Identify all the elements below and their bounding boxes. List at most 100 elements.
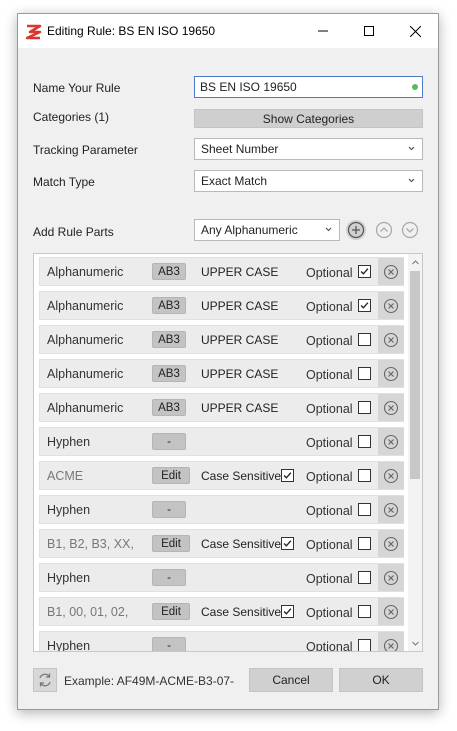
- optional-checkbox[interactable]: [358, 503, 371, 516]
- part-format-badge: AB3: [152, 365, 186, 382]
- edit-part-button[interactable]: Edit: [152, 535, 190, 552]
- move-down-button[interactable]: [400, 220, 420, 240]
- show-categories-button[interactable]: Show Categories: [194, 109, 423, 128]
- optional-checkbox[interactable]: [358, 401, 371, 414]
- remove-part-button[interactable]: [378, 326, 404, 353]
- optional-label: Optional: [306, 606, 353, 620]
- optional-label: Optional: [306, 572, 353, 586]
- remove-circle-icon: [383, 468, 399, 483]
- optional-checkbox[interactable]: [358, 333, 371, 346]
- match-type-select[interactable]: Exact Match: [194, 170, 423, 192]
- scrollbar-thumb[interactable]: [410, 271, 420, 479]
- case-sensitive-checkbox[interactable]: [281, 537, 294, 550]
- close-button[interactable]: [392, 14, 438, 48]
- remove-part-button[interactable]: [378, 530, 404, 557]
- match-type-value: Exact Match: [201, 174, 268, 188]
- window-title: Editing Rule: BS EN ISO 19650: [47, 24, 216, 38]
- rule-part-row[interactable]: Alphanumeric AB3 UPPER CASE Optional: [39, 325, 404, 354]
- remove-part-button[interactable]: [378, 598, 404, 625]
- optional-checkbox[interactable]: [358, 469, 371, 482]
- rule-part-row[interactable]: Alphanumeric AB3 UPPER CASE Optional: [39, 291, 404, 320]
- rule-part-type-value: Any Alphanumeric: [201, 223, 298, 237]
- chevron-down-circle-icon: [401, 221, 419, 239]
- rule-parts-list[interactable]: Alphanumeric AB3 UPPER CASE Optional Alphanu…: [33, 253, 423, 652]
- add-rule-parts-label: Add Rule Parts: [33, 225, 114, 239]
- rule-part-type: Alphanumeric: [47, 265, 124, 279]
- rule-part-row[interactable]: ACME Edit Case Sensitive Optional: [39, 461, 404, 490]
- rule-name-input[interactable]: BS EN ISO 19650: [194, 76, 423, 98]
- case-sensitive-checkbox[interactable]: [281, 605, 294, 618]
- rule-name-value: BS EN ISO 19650: [200, 80, 297, 94]
- remove-part-button[interactable]: [378, 428, 404, 455]
- rule-part-type: B1, B2, B3, XX,: [47, 537, 134, 551]
- rule-part-description: Case Sensitive: [201, 605, 282, 619]
- maximize-icon: [364, 26, 374, 36]
- rule-part-type: Alphanumeric: [47, 299, 124, 313]
- rule-part-row[interactable]: Alphanumeric AB3 UPPER CASE Optional: [39, 393, 404, 422]
- rule-part-row[interactable]: Hyphen - Optional: [39, 563, 404, 592]
- refresh-example-button[interactable]: [33, 668, 57, 692]
- optional-label: Optional: [306, 402, 353, 416]
- move-up-button[interactable]: [374, 220, 394, 240]
- scroll-down-icon[interactable]: [411, 639, 420, 648]
- title-bar[interactable]: Editing Rule: BS EN ISO 19650: [18, 14, 438, 48]
- optional-label: Optional: [306, 436, 353, 450]
- tracking-parameter-select[interactable]: Sheet Number: [194, 138, 423, 160]
- remove-circle-icon: [383, 434, 399, 449]
- optional-label: Optional: [306, 470, 353, 484]
- part-format-badge: -: [152, 569, 186, 586]
- plus-circle-icon: [347, 221, 365, 239]
- remove-circle-icon: [383, 332, 399, 347]
- add-part-button[interactable]: [346, 220, 366, 240]
- rule-part-row[interactable]: Alphanumeric AB3 UPPER CASE Optional: [39, 257, 404, 286]
- valid-status-dot: [412, 84, 418, 90]
- remove-part-button[interactable]: [378, 462, 404, 489]
- rule-part-row[interactable]: Alphanumeric AB3 UPPER CASE Optional: [39, 359, 404, 388]
- remove-circle-icon: [383, 638, 399, 651]
- rule-part-row[interactable]: Hyphen - Optional: [39, 495, 404, 524]
- minimize-button[interactable]: [300, 14, 346, 48]
- rule-part-row[interactable]: Hyphen - Optional: [39, 631, 404, 652]
- chevron-up-circle-icon: [375, 221, 393, 239]
- optional-checkbox[interactable]: [358, 299, 371, 312]
- part-format-badge: AB3: [152, 331, 186, 348]
- rule-part-row[interactable]: B1, 00, 01, 02, Edit Case Sensitive Optiona…: [39, 597, 404, 626]
- optional-checkbox[interactable]: [358, 537, 371, 550]
- optional-checkbox[interactable]: [358, 605, 371, 618]
- ok-button[interactable]: OK: [339, 668, 423, 692]
- cancel-button[interactable]: Cancel: [249, 668, 333, 692]
- part-format-badge: -: [152, 637, 186, 651]
- optional-label: Optional: [306, 368, 353, 382]
- rule-part-type-select[interactable]: Any Alphanumeric: [194, 219, 340, 241]
- remove-part-button[interactable]: [378, 258, 404, 285]
- remove-part-button[interactable]: [378, 394, 404, 421]
- optional-label: Optional: [306, 300, 353, 314]
- rule-part-description: UPPER CASE: [201, 367, 279, 381]
- edit-part-button[interactable]: Edit: [152, 603, 190, 620]
- optional-checkbox[interactable]: [358, 265, 371, 278]
- maximize-button[interactable]: [346, 14, 392, 48]
- optional-label: Optional: [306, 640, 353, 652]
- rule-part-description: Case Sensitive: [201, 537, 282, 551]
- remove-part-button[interactable]: [378, 496, 404, 523]
- rule-part-row[interactable]: B1, B2, B3, XX, Edit Case Sensitive Optiona…: [39, 529, 404, 558]
- optional-checkbox[interactable]: [358, 435, 371, 448]
- remove-part-button[interactable]: [378, 564, 404, 591]
- vertical-scrollbar[interactable]: [408, 254, 422, 651]
- scroll-up-icon[interactable]: [411, 258, 420, 267]
- remove-part-button[interactable]: [378, 632, 404, 651]
- remove-part-button[interactable]: [378, 360, 404, 387]
- optional-checkbox[interactable]: [358, 639, 371, 651]
- remove-circle-icon: [383, 502, 399, 517]
- optional-checkbox[interactable]: [358, 571, 371, 584]
- edit-part-button[interactable]: Edit: [152, 467, 190, 484]
- case-sensitive-checkbox[interactable]: [281, 469, 294, 482]
- dialog-window: Editing Rule: BS EN ISO 19650 Name Your …: [17, 13, 439, 710]
- rule-part-row[interactable]: Hyphen - Optional: [39, 427, 404, 456]
- optional-checkbox[interactable]: [358, 367, 371, 380]
- remove-part-button[interactable]: [378, 292, 404, 319]
- part-format-badge: -: [152, 433, 186, 450]
- categories-label: Categories (1): [33, 110, 110, 124]
- part-format-badge: -: [152, 501, 186, 518]
- remove-circle-icon: [383, 264, 399, 279]
